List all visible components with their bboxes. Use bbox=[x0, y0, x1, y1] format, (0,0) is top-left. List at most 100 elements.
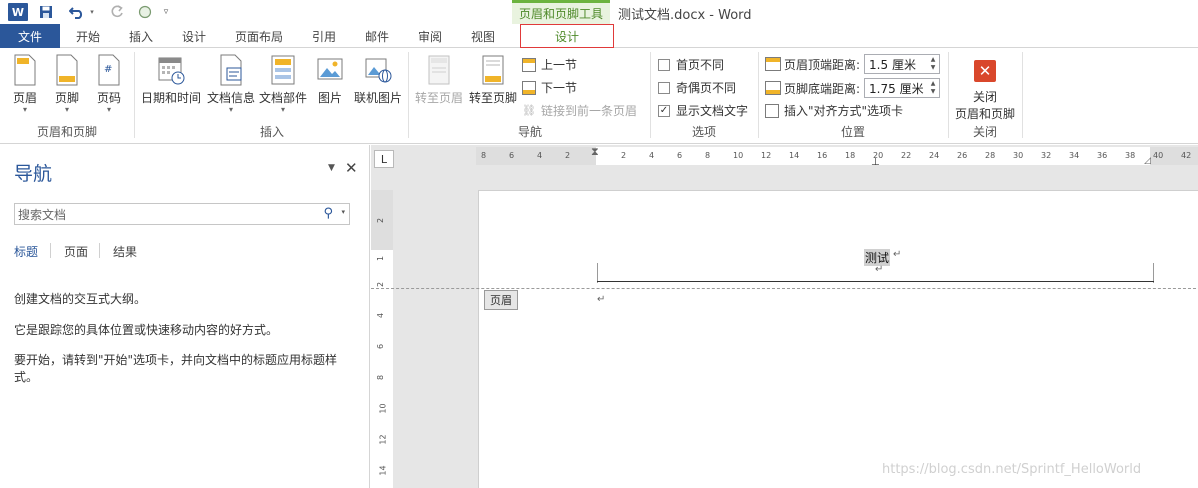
header-top-distance-input[interactable]: 1.5 厘米 ▲ ▼ bbox=[864, 54, 941, 74]
different-first-page-label: 首页不同 bbox=[676, 58, 725, 72]
tab-review[interactable]: 审阅 bbox=[406, 24, 454, 48]
search-options-chevron-icon[interactable]: ▾ bbox=[341, 208, 345, 216]
search-input[interactable]: 搜索文档 ⚲ ▾ bbox=[14, 203, 350, 225]
goto-header-label: 转至页眉 bbox=[414, 91, 463, 105]
spinner-arrows-icon[interactable]: ▲ ▼ bbox=[927, 55, 939, 73]
ruler-tick-label: 6 bbox=[376, 343, 386, 350]
header-tag: 页眉 bbox=[484, 290, 518, 310]
picture-button[interactable]: 图片 bbox=[312, 54, 348, 106]
document-info-button[interactable]: 文档信息 ▾ bbox=[206, 54, 256, 114]
tab-divider bbox=[99, 243, 100, 258]
tab-pages[interactable]: 页面 bbox=[64, 243, 88, 260]
pane-options-chevron-icon[interactable]: ▼ bbox=[328, 163, 335, 173]
ruler-tick-label: 2 bbox=[376, 281, 386, 288]
chevron-down-icon: ▾ bbox=[280, 105, 285, 114]
page-number-icon: # bbox=[98, 54, 120, 86]
goto-header-button[interactable]: 转至页眉 bbox=[412, 54, 466, 106]
document-info-icon bbox=[220, 54, 242, 86]
ruler-tick-label: 18 bbox=[845, 151, 856, 160]
next-section-button[interactable]: 下一节 bbox=[522, 79, 577, 96]
save-icon[interactable] bbox=[37, 3, 55, 21]
calendar-icon bbox=[158, 57, 185, 85]
right-indent-marker-icon[interactable]: ◿ bbox=[1144, 156, 1151, 166]
goto-footer-button[interactable]: 转至页脚 bbox=[466, 54, 520, 106]
vertical-ruler[interactable]: 2 1 2 4 6 8 10 12 14 bbox=[371, 190, 393, 488]
tab-page-layout[interactable]: 页面布局 bbox=[224, 24, 294, 48]
indent-marker-icon[interactable]: ⧗ bbox=[591, 146, 599, 157]
checkbox-icon bbox=[658, 81, 670, 94]
close-label-line2: 页眉和页脚 bbox=[954, 107, 1015, 121]
date-time-button[interactable]: 日期和时间 bbox=[138, 54, 204, 106]
ruler-tick-label: 2 bbox=[621, 151, 627, 160]
previous-section-button[interactable]: 上一节 bbox=[522, 56, 577, 73]
tab-design[interactable]: 设计 bbox=[170, 24, 218, 48]
document-page[interactable]: 测试 ↵ ↵ 页眉 ↵ bbox=[371, 190, 1198, 488]
ruler-tick-label: 8 bbox=[376, 374, 386, 381]
nav-help-text-1: 创建文档的交互式大纲。 bbox=[14, 292, 147, 306]
tab-references[interactable]: 引用 bbox=[300, 24, 348, 48]
ruler-tick-label: 2 bbox=[565, 151, 571, 160]
group-separator bbox=[1022, 52, 1023, 138]
show-document-text-checkbox[interactable]: ✓ 显示文档文字 bbox=[658, 102, 748, 119]
ruler-tick-label: 10 bbox=[733, 151, 744, 160]
goto-footer-label: 转至页脚 bbox=[468, 91, 517, 105]
different-odd-even-checkbox[interactable]: 奇偶页不同 bbox=[658, 79, 736, 96]
document-parts-button[interactable]: 文档部件 ▾ bbox=[258, 54, 308, 114]
group-separator bbox=[758, 52, 759, 138]
search-icon[interactable]: ⚲ bbox=[323, 206, 333, 221]
navigation-pane: 导航 ▼ ✕ 搜索文档 ⚲ ▾ 标题 页面 结果 创建文档的交互式大纲。 它是跟… bbox=[0, 145, 370, 488]
ruler-tick-label: 12 bbox=[761, 151, 772, 160]
footer-button[interactable]: 页脚 ▾ bbox=[50, 54, 84, 114]
next-section-label: 下一节 bbox=[541, 81, 578, 95]
undo-dropdown-icon[interactable]: ▾ bbox=[88, 3, 96, 21]
close-header-footer-button[interactable]: ✕ 关闭 页眉和页脚 bbox=[950, 60, 1020, 122]
footer-bottom-distance-input[interactable]: 1.75 厘米 ▲ ▼ bbox=[864, 78, 941, 98]
chevron-down-icon: ▾ bbox=[106, 105, 111, 114]
tab-view[interactable]: 视图 bbox=[458, 24, 508, 48]
close-pane-icon[interactable]: ✕ bbox=[345, 159, 358, 177]
link-to-previous-label: 链接到前一条页眉 bbox=[541, 104, 638, 118]
tab-file[interactable]: 文件 bbox=[0, 24, 60, 48]
page-number-button[interactable]: # 页码 ▾ bbox=[92, 54, 126, 114]
header-top-distance-value: 1.5 厘米 bbox=[869, 57, 916, 72]
document-info-label: 文档信息 bbox=[206, 91, 255, 105]
online-picture-button[interactable]: 联机图片 bbox=[352, 54, 404, 106]
redo-icon[interactable] bbox=[108, 3, 126, 21]
footer-bottom-distance-value: 1.75 厘米 bbox=[869, 81, 924, 96]
header-position-icon bbox=[765, 57, 781, 71]
ruler-tick-label: 36 bbox=[1097, 151, 1108, 160]
undo-icon[interactable] bbox=[66, 3, 88, 21]
header-button[interactable]: 页眉 ▾ bbox=[8, 54, 42, 114]
insert-alignment-tab-button[interactable]: 插入"对齐方式"选项卡 bbox=[765, 102, 903, 119]
touch-mode-icon[interactable] bbox=[136, 3, 154, 21]
ruler-tick-label: 12 bbox=[378, 434, 388, 445]
crop-mark bbox=[1153, 263, 1154, 283]
ruler-tick-label: 6 bbox=[509, 151, 515, 160]
link-to-previous-button[interactable]: ⛓ 链接到前一条页眉 bbox=[522, 102, 637, 119]
tab-selector-button[interactable]: L bbox=[374, 150, 394, 168]
word-app-icon[interactable]: W bbox=[8, 3, 28, 21]
horizontal-ruler[interactable]: 8 6 4 2 2 4 6 8 10 12 14 16 18 20 22 24 26 28 30 32 34 36 38 40… bbox=[476, 146, 1198, 168]
ruler-tick-label: 8 bbox=[481, 151, 487, 160]
group-label-header-footer: 页眉和页脚 bbox=[36, 125, 97, 139]
date-time-label: 日期和时间 bbox=[140, 91, 201, 105]
alignment-tab-icon bbox=[765, 103, 779, 118]
previous-section-icon bbox=[522, 57, 536, 72]
tab-results[interactable]: 结果 bbox=[113, 243, 137, 260]
ruler-tick-label: 14 bbox=[378, 465, 388, 476]
tab-home[interactable]: 开始 bbox=[64, 24, 112, 48]
document-title: 测试文档.docx - Word bbox=[618, 8, 752, 23]
different-first-page-checkbox[interactable]: 首页不同 bbox=[658, 56, 724, 73]
group-separator bbox=[134, 52, 135, 138]
insert-alignment-tab-label: 插入"对齐方式"选项卡 bbox=[784, 104, 904, 118]
tab-headings[interactable]: 标题 bbox=[14, 243, 38, 260]
header-top-distance-row: 页眉顶端距离: 1.5 厘米 ▲ ▼ bbox=[765, 54, 941, 74]
center-tab-stop-icon[interactable]: ⊥ bbox=[871, 157, 880, 168]
ruler-tick-label: 16 bbox=[817, 151, 828, 160]
tab-insert[interactable]: 插入 bbox=[116, 24, 166, 48]
spinner-arrows-icon[interactable]: ▲ ▼ bbox=[927, 79, 939, 97]
customize-qat-icon[interactable]: ▿ bbox=[160, 3, 172, 21]
tab-header-footer-design[interactable]: 设计 bbox=[520, 24, 614, 48]
ribbon: 页眉 ▾ 页脚 ▾ # 页码 ▾ 页眉和页脚 日期和时间 文档信息 ▾ 文档部件… bbox=[0, 48, 1198, 144]
tab-mailings[interactable]: 邮件 bbox=[352, 24, 402, 48]
